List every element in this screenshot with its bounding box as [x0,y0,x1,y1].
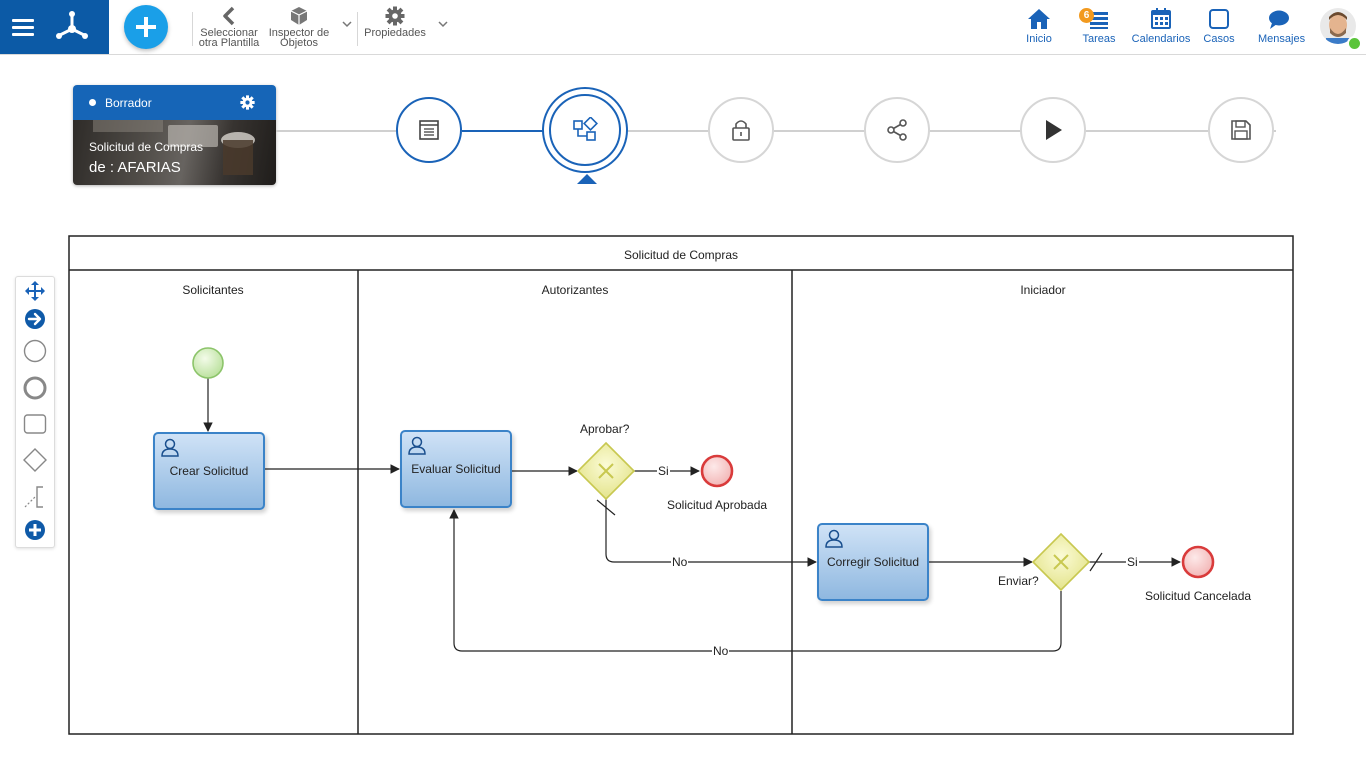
plus-icon [136,17,156,37]
shape-palette [15,276,55,548]
home-icon [1028,9,1050,29]
properties-label: Propiedades [364,27,426,39]
cube-icon [290,7,308,25]
chat-bubble-icon [1269,10,1289,29]
online-status-indicator [1347,36,1362,51]
select-template-label-2: otra Plantilla [198,37,260,49]
logo-icon [56,11,88,39]
cases-icon [1209,9,1229,29]
object-inspector-button[interactable]: Inspector de Objetos [266,6,332,49]
toolbar-divider [192,12,193,46]
nav-cases-label: Casos [1203,33,1235,45]
top-bar: Seleccionar otra Plantilla Inspector de … [0,0,1366,55]
lane-title: Solicitantes [182,283,244,297]
chevron-down-icon[interactable] [437,18,449,30]
task-corregir-solicitud[interactable]: Corregir Solicitud [817,523,929,601]
object-inspector-label-2: Objetos [280,37,318,49]
process-card-header: Borrador [73,85,276,120]
wizard-line [276,130,396,132]
process-card: Borrador Solicitud de Compras de : AFARI… [73,85,276,185]
chevron-left-icon [223,6,235,26]
hamburger-menu-icon[interactable] [12,16,34,38]
wizard-step-run[interactable] [1020,97,1086,163]
end-event-aprobada[interactable] [700,454,734,488]
gateway-shape-icon[interactable] [23,448,47,472]
task-label: Crear Solicitud [169,464,249,478]
flow-label: No [712,644,730,658]
event-label: Solicitud Cancelada [1145,589,1252,603]
task-evaluar-solicitud[interactable]: Evaluar Solicitud [400,430,512,508]
play-icon [1046,120,1062,140]
task-label: Corregir Solicitud [826,555,920,569]
wizard-step-security[interactable] [708,97,774,163]
save-icon [1231,120,1251,140]
flow-label: Si [1126,555,1139,569]
tasks-count-badge: 6 [1079,8,1094,23]
pool-title: Solicitud de Compras [623,248,739,262]
status-badge: Borrador [105,96,152,110]
flow-label: Si [657,464,670,478]
task-crear-solicitud[interactable]: Crear Solicitud [153,432,265,510]
nav-tasks-label: Tareas [1082,33,1116,45]
nav-home-label: Inicio [1026,33,1052,45]
share-icon [887,119,907,141]
wizard-step-save[interactable] [1208,97,1274,163]
user-task-icon [825,529,843,548]
active-step-pointer [577,174,597,184]
gateway-label: Enviar? [998,574,1039,588]
user-task-icon [161,438,179,457]
start-event-icon[interactable] [23,339,47,363]
gear-icon[interactable] [240,95,255,110]
brand-area [0,0,109,54]
gear-icon [385,6,405,26]
form-icon [419,120,439,140]
add-shape-icon[interactable] [23,518,47,542]
lock-icon [732,120,750,141]
status-dot [89,99,96,106]
nav-messages-label: Mensajes [1258,33,1306,45]
wizard-line-complete [462,130,546,132]
nav-home[interactable]: Inicio [1020,8,1058,45]
nav-messages[interactable]: Mensajes [1258,8,1305,45]
process-title: Solicitud de Compras [89,140,204,154]
task-shape-icon[interactable] [23,412,47,436]
process-author: de : AFARIAS [89,159,181,176]
connector-arrow-icon[interactable] [23,307,47,331]
end-event-cancelada[interactable] [1181,545,1215,579]
nav-calendars[interactable]: Calendarios [1130,8,1192,45]
annotation-icon[interactable] [23,485,47,509]
chevron-down-icon[interactable] [341,18,353,30]
wizard-step-share[interactable] [864,97,930,163]
add-button[interactable] [124,5,168,49]
task-label: Evaluar Solicitud [411,462,501,476]
calendar-icon [1151,8,1171,29]
flow-label: No [671,555,689,569]
lane-title: Iniciador [1020,283,1066,297]
nav-cases[interactable]: Casos [1200,8,1238,45]
move-icon[interactable] [23,279,47,303]
nav-calendars-label: Calendarios [1131,33,1191,45]
process-icon [573,117,598,141]
end-event-icon[interactable] [23,376,47,400]
event-label: Solicitud Aprobada [667,498,768,512]
wizard-step-process[interactable] [542,87,628,173]
gateway-label: Aprobar? [580,422,630,436]
lane-title: Autorizantes [541,283,609,297]
toolbar-divider [357,12,358,46]
start-event[interactable] [192,347,224,379]
properties-button[interactable]: Propiedades [362,6,428,39]
user-task-icon [408,436,426,455]
wizard-step-form[interactable] [396,97,462,163]
select-template-button[interactable]: Seleccionar otra Plantilla [197,6,261,49]
